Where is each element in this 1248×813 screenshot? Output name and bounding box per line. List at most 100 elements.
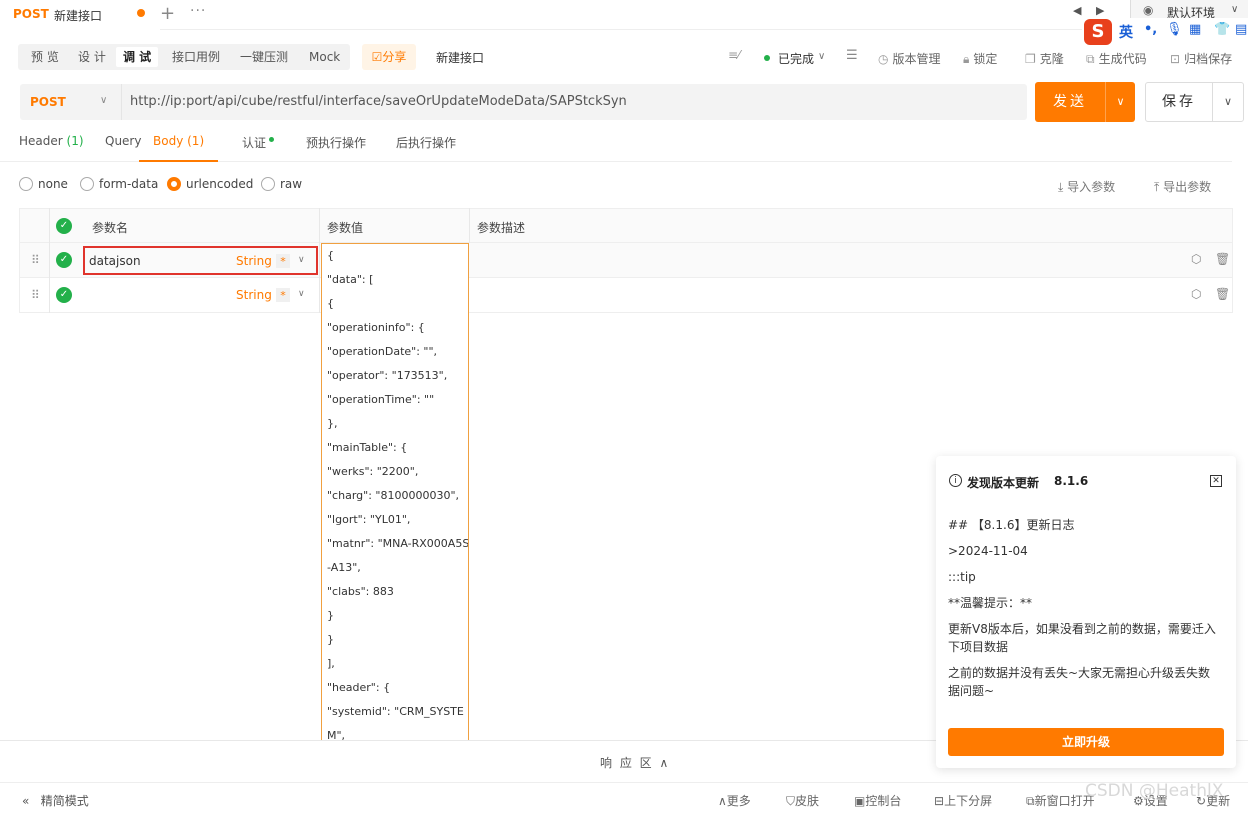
mode-stress[interactable]: 一键压测 [233, 47, 295, 67]
list-icon[interactable]: ☰ [846, 48, 858, 63]
select-all-check-icon[interactable]: ✓ [56, 218, 72, 234]
method-select[interactable]: POST ∨ [20, 84, 122, 120]
tab-header-count: (1) [66, 134, 84, 148]
ime-logo-icon[interactable]: S [1084, 19, 1112, 45]
share-button[interactable]: ☑分享 [362, 44, 416, 70]
radio-form-data[interactable]: form-data [80, 177, 158, 191]
drag-handle-icon[interactable]: ⠿ [31, 253, 40, 267]
radio-circle-icon [80, 177, 94, 191]
update-note-line: 之前的数据并没有丢失~大家无需担心升级丢失数据问题~ [948, 666, 1211, 698]
save-dropdown-chevron-icon[interactable]: ∨ [1212, 82, 1244, 122]
tab-body[interactable]: Body (1) [139, 134, 219, 162]
grid-icon[interactable]: ▤ [1235, 22, 1247, 37]
chevron-down-icon: ∨ [100, 95, 108, 106]
radio-urlencoded-label: urlencoded [186, 177, 254, 191]
next-arrow-icon[interactable]: ▶ [1096, 4, 1104, 17]
drag-handle-icon[interactable]: ⠿ [31, 288, 40, 302]
radio-urlencoded[interactable]: urlencoded [167, 177, 253, 191]
send-button[interactable]: 发送 [1035, 82, 1105, 122]
value-line: "operationDate": "", [327, 345, 438, 358]
value-line: "charg": "8100000030", [327, 489, 459, 502]
upgrade-now-button[interactable]: 立即升级 [948, 728, 1224, 756]
eye-icon[interactable]: ◉ [1143, 3, 1153, 17]
tab-post-exec[interactable]: 后执行操作 [396, 134, 456, 162]
trash-icon[interactable]: 🗑︎ [1215, 287, 1230, 301]
close-icon[interactable]: ✕ [1210, 475, 1222, 487]
value-line: "systemid": "CRM_SYSTE [327, 705, 464, 718]
radio-form-data-label: form-data [99, 177, 159, 191]
import-params-button[interactable]: ⤓ 导入参数 [1058, 178, 1115, 195]
trash-icon[interactable]: 🗑︎ [1215, 252, 1230, 266]
mode-debug[interactable]: 调 试 [116, 47, 159, 67]
param-type[interactable]: String [236, 254, 272, 268]
skin-button[interactable]: ⛉皮肤 [786, 792, 819, 809]
chevron-down-icon[interactable]: ∨ [298, 289, 305, 299]
double-chevron-left-icon: « [22, 794, 30, 808]
required-marker[interactable]: * [276, 288, 290, 302]
tab-header[interactable]: Header (1) [19, 134, 84, 162]
split-button[interactable]: ⊟上下分屏 [934, 792, 992, 809]
archive-button[interactable]: ⊡ 归档保存 [1170, 50, 1232, 67]
tab-auth[interactable]: 认证 [242, 134, 275, 162]
shirt-icon[interactable]: 👕 [1214, 22, 1230, 37]
chevron-up-icon: ∧ [659, 756, 671, 770]
mode-cases[interactable]: 接口用例 [165, 47, 227, 67]
more-tabs-button[interactable]: ··· [190, 3, 206, 19]
compact-mode-label: 精简模式 [40, 794, 89, 808]
console-label: 控制台 [865, 794, 902, 808]
save-button[interactable]: 保存 [1145, 82, 1213, 122]
edit-lines-icon[interactable]: ≡⁄ [728, 48, 740, 62]
microphone-icon[interactable]: 🎙 [1166, 22, 1183, 37]
ime-language-toggle[interactable]: 英 [1119, 22, 1133, 42]
value-line: "matnr": "MNA-RX000A5S [327, 537, 469, 550]
mode-preview[interactable]: 预 览 [24, 47, 66, 67]
compact-mode-button[interactable]: « 精简模式 [22, 792, 89, 809]
status-select[interactable]: 已完成 [778, 50, 814, 67]
keyboard-icon[interactable]: ▦ [1189, 22, 1201, 37]
send-dropdown-chevron-icon[interactable]: ∨ [1105, 82, 1135, 122]
more-button[interactable]: ∧更多 [718, 792, 751, 809]
unsaved-dot-icon [137, 9, 145, 17]
param-type[interactable]: String [236, 288, 272, 302]
value-line: "clabs": 883 [327, 585, 394, 598]
column-divider [469, 208, 470, 243]
tab-pre-exec[interactable]: 预执行操作 [306, 134, 366, 162]
archive-icon: ⊡ [1170, 52, 1181, 66]
value-line: } [327, 609, 334, 622]
lock-button[interactable]: 🔒︎ 锁定 [963, 50, 997, 67]
window-icon: ⧉ [1026, 794, 1035, 808]
lock-icon: 🔒︎ [963, 52, 970, 66]
mode-design[interactable]: 设 计 [71, 47, 113, 67]
row-check-icon[interactable]: ✓ [56, 287, 72, 303]
required-marker[interactable]: * [276, 254, 290, 268]
import-label: 导入参数 [1067, 180, 1116, 194]
console-button[interactable]: ▣控制台 [854, 792, 901, 809]
radio-circle-icon [19, 177, 33, 191]
clone-button[interactable]: ❐ 克隆 [1025, 50, 1064, 67]
ime-punctuation-toggle[interactable]: •, [1144, 22, 1157, 37]
col-desc-header: 参数描述 [477, 221, 526, 235]
lock-label: 锁定 [973, 52, 998, 66]
prev-arrow-icon[interactable]: ◀ [1073, 4, 1081, 17]
version-button[interactable]: ◷ 版本管理 [878, 50, 941, 67]
tab-new-api[interactable]: POST 新建接口 [0, 0, 160, 30]
cube-icon[interactable]: ⬡ [1191, 252, 1201, 266]
tab-query[interactable]: Query [105, 134, 141, 162]
row-check-icon[interactable]: ✓ [56, 252, 72, 268]
radio-none[interactable]: none [19, 177, 68, 191]
update-popup: i 发现版本更新 8.1.6 ✕ ## 【8.1.6】更新日志 >2024-11… [936, 456, 1236, 768]
mode-switcher: 预 览 设 计 调 试 接口用例 一键压测 Mock [18, 44, 350, 70]
param-name-input[interactable]: datajson String * ∨ [83, 246, 318, 275]
radio-raw[interactable]: raw [261, 177, 302, 191]
radio-raw-label: raw [280, 177, 303, 191]
url-input[interactable]: http://ip:port/api/cube/restful/interfac… [122, 84, 1027, 120]
mode-mock[interactable]: Mock [302, 47, 347, 67]
cube-icon[interactable]: ⬡ [1191, 287, 1201, 301]
api-name-input[interactable]: 新建接口 [436, 49, 484, 66]
param-value-textarea[interactable]: {"data": [{"operationinfo": {"operationD… [321, 243, 469, 743]
codegen-button[interactable]: ⧉ 生成代码 [1086, 50, 1147, 67]
add-tab-button[interactable]: + [160, 3, 175, 24]
response-label-text: 响 应 区 [600, 756, 654, 770]
export-params-button[interactable]: ⤒ 导出参数 [1154, 178, 1211, 195]
chevron-down-icon[interactable]: ∨ [298, 255, 305, 265]
